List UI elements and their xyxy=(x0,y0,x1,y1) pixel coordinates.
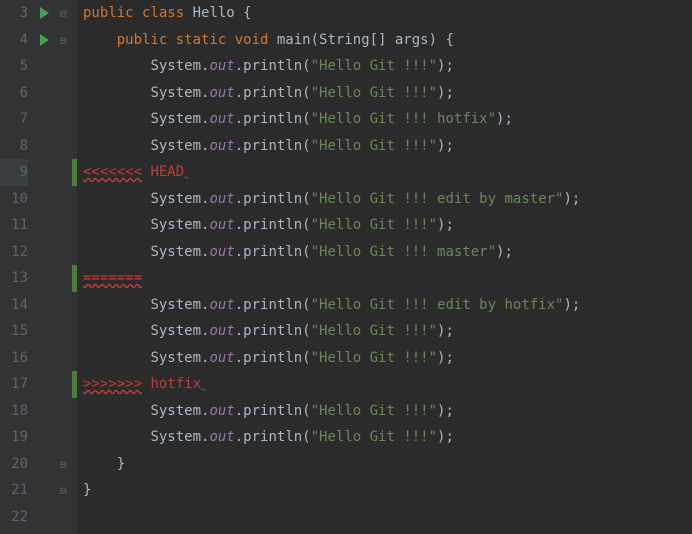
line-number: 21 xyxy=(0,477,28,504)
line-number: 22 xyxy=(0,504,28,531)
code-line: System.out.println("Hello Git !!! edit b… xyxy=(83,292,692,319)
fold-gutter: ⊟ ⊟ ⊟ ⊟ xyxy=(58,0,72,534)
code-line: } xyxy=(83,477,692,504)
code-line: System.out.println("Hello Git !!!"); xyxy=(83,133,692,160)
line-number: 18 xyxy=(0,398,28,425)
line-number: 17 xyxy=(0,371,28,398)
code-line xyxy=(83,504,692,531)
line-number: 12 xyxy=(0,239,28,266)
line-number-gutter: 3 4 5 6 7 8 9 10 11 12 13 14 15 16 17 18… xyxy=(0,0,36,534)
code-line: public class Hello { xyxy=(83,0,692,27)
line-number: 11 xyxy=(0,212,28,239)
line-number: 9 xyxy=(0,159,28,186)
line-number: 7 xyxy=(0,106,28,133)
line-number: 14 xyxy=(0,292,28,319)
line-number: 19 xyxy=(0,424,28,451)
line-number: 8 xyxy=(0,133,28,160)
line-number: 6 xyxy=(0,80,28,107)
code-line: System.out.println("Hello Git !!!"); xyxy=(83,212,692,239)
fold-close-icon[interactable]: ⊟ xyxy=(60,452,67,479)
fold-close-icon[interactable]: ⊟ xyxy=(60,478,67,505)
code-line: System.out.println("Hello Git !!!"); xyxy=(83,398,692,425)
line-number: 15 xyxy=(0,318,28,345)
code-line: System.out.println("Hello Git !!!"); xyxy=(83,424,692,451)
line-number: 20 xyxy=(0,451,28,478)
line-number: 5 xyxy=(0,53,28,80)
fold-open-icon[interactable]: ⊟ xyxy=(60,28,67,55)
code-line: System.out.println("Hello Git !!!"); xyxy=(83,318,692,345)
fold-open-icon[interactable]: ⊟ xyxy=(60,1,67,28)
conflict-marker-sep: ======= xyxy=(83,265,692,292)
line-number: 4 xyxy=(0,27,28,54)
line-number: 16 xyxy=(0,345,28,372)
code-line: public static void main(String[] args) { xyxy=(83,27,692,54)
code-line: System.out.println("Hello Git !!! hotfix… xyxy=(83,106,692,133)
run-icon[interactable] xyxy=(40,7,49,19)
run-gutter xyxy=(36,0,58,534)
line-number: 13 xyxy=(0,265,28,292)
code-line: System.out.println("Hello Git !!! master… xyxy=(83,239,692,266)
code-line: System.out.println("Hello Git !!! edit b… xyxy=(83,186,692,213)
line-number: 3 xyxy=(0,0,28,27)
editor-content[interactable]: public class Hello { public static void … xyxy=(77,0,692,534)
code-line: } xyxy=(83,451,692,478)
run-icon[interactable] xyxy=(40,34,49,46)
code-line: System.out.println("Hello Git !!!"); xyxy=(83,80,692,107)
code-line: System.out.println("Hello Git !!!"); xyxy=(83,53,692,80)
code-line: System.out.println("Hello Git !!!"); xyxy=(83,345,692,372)
line-number: 10 xyxy=(0,186,28,213)
conflict-marker-end: >>>>>>> hotfix˷ xyxy=(83,371,692,398)
conflict-marker-start: <<<<<<< HEAD˷ xyxy=(83,159,692,186)
